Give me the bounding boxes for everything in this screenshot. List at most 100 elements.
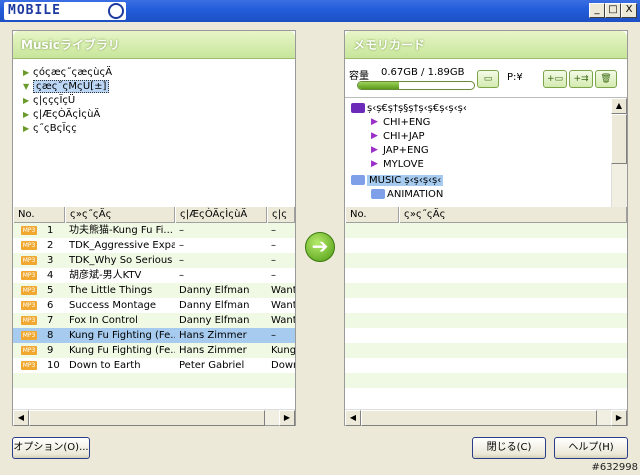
row-artist: – [179,225,184,236]
table-row[interactable] [345,373,627,388]
card-tree-item[interactable]: ▶ JAP+ENG [371,144,429,158]
table-row[interactable] [345,313,627,328]
transfer-arrow-button[interactable]: ➔ [305,232,335,262]
scroll-right-icon[interactable]: ▶ [611,410,627,426]
tree-item[interactable]: ▼ ςæς˝ςMςU[±] [23,80,110,94]
minimize-button[interactable]: _ [589,3,605,18]
tree-expand-icon[interactable]: ▶ [23,66,33,80]
table-row[interactable] [345,283,627,298]
table-row[interactable] [345,328,627,343]
drive-label: P:¥ [507,72,523,83]
tree-item-label: ς˝ςBςÏςç [33,123,77,134]
memory-card-title: メモリカード [353,38,426,52]
add-folder-button[interactable]: +▭ [543,70,567,88]
card-tree-item[interactable]: ▶ CHI+JAP [371,130,424,144]
card-tree-item[interactable]: ▶ MYLOVE [371,158,424,172]
card-tree-item[interactable]: ▶ CHI+ENG [371,116,430,130]
tree-item-label: ς|ςçςÏçÜ [33,95,76,106]
table-row[interactable]: MP3 5 The Little Things Danny Elfman Want [13,283,295,298]
options-button[interactable]: オプション(O)... [12,437,90,459]
close-button[interactable]: 閉じる(C) [472,437,546,459]
column-header-no[interactable]: No. [13,207,65,223]
row-album: Want [271,300,295,311]
row-album: Down [271,360,295,371]
table-row[interactable] [345,238,627,253]
table-row[interactable]: MP3 1 功夫熊猫-Kung Fu Fi... – – [13,223,295,238]
table-row[interactable]: MP3 8 Kung Fu Fighting (Fe... Hans Zimmer – [13,328,295,343]
table-row[interactable]: MP3 3 TDK_Why So Serious – – [13,253,295,268]
capacity-label: 容量 [349,71,369,82]
tree-item[interactable]: ▶ ς|ÆςÒÄςÌςùÄ [23,108,100,122]
tree-expand-icon[interactable]: ▶ [23,94,33,108]
table-row[interactable] [345,343,627,358]
tree-expand-icon[interactable]: ▶ [23,122,33,136]
row-title: Down to Earth [69,360,141,371]
table-row[interactable] [345,223,627,238]
close-window-button[interactable]: X [621,3,637,18]
card-tree-label: JAP+ENG [383,145,429,156]
scroll-left-icon[interactable]: ◀ [13,410,29,426]
tree-item[interactable]: ▶ ς˝ςBςÏςç [23,122,77,136]
table-row[interactable] [345,298,627,313]
playlist-icon: ▶ [371,159,378,169]
scroll-left-icon[interactable]: ◀ [345,410,361,426]
card-tree-item[interactable]: MUSIC ș‹ș‹ș‹ș‹ [351,174,444,188]
scroll-thumb[interactable] [361,410,597,426]
column-header-no[interactable]: No. [345,207,399,223]
card-table-header: No. ς»ς˝ςÄς [345,207,627,223]
scroll-thumb[interactable] [29,410,265,426]
app-logo: MOBILE [4,2,126,20]
device-icon[interactable]: ▭ [477,70,499,88]
card-tree-label: MYLOVE [383,159,424,170]
table-row[interactable]: MP3 2 TDK_Aggressive Expa... – – [13,238,295,253]
table-row[interactable] [345,388,627,403]
tree-item[interactable]: ▶ ς|ςçςÏçÜ [23,94,75,108]
table-row[interactable] [345,358,627,373]
tree-collapse-icon[interactable]: ▼ [23,80,33,94]
table-row[interactable]: MP3 7 Fox In Control Danny Elfman Want [13,313,295,328]
row-album: – [271,330,276,341]
table-row[interactable] [345,253,627,268]
table-row[interactable]: MP3 9 Kung Fu Fighting (Fe... Hans Zimmer Ku… [13,343,295,358]
row-title: 功夫熊猫-Kung Fu Fi... [69,225,173,236]
table-row[interactable]: MP3 4 胡彦斌-男人KTV – – [13,268,295,283]
card-horizontal-scrollbar[interactable]: ◀ ▶ [345,409,627,426]
help-button[interactable]: ヘルプ(H) [554,437,628,459]
row-artist: Danny Elfman [179,315,250,326]
folder-icon [351,103,365,113]
memory-card-header: メモリカード [345,31,627,59]
row-title: TDK_Why So Serious [69,255,173,266]
library-title: Musicライブラリ [21,38,120,52]
table-row[interactable]: MP310Down to EarthPeter GabrielDown [13,358,295,373]
table-row[interactable]: MP3 6 Success Montage Danny Elfman Want [13,298,295,313]
move-button[interactable]: +⇉ [569,70,593,88]
row-number: 7 [47,315,54,326]
row-album: – [271,225,276,236]
library-horizontal-scrollbar[interactable]: ◀ ▶ [13,409,295,426]
maximize-button[interactable]: □ [605,3,621,18]
card-tree-item[interactable]: ș‹ș€ș†ș§ș†ș‹ș€ș‹ș‹ș‹ [351,102,467,116]
tree-item[interactable]: ▶ ςόςæς˝ςæςùςÄ [23,66,112,80]
memory-card-panel: メモリカード 容量 0.67GB / 1.89GB ▭ P:¥ +▭ +⇉ 🗑 … [344,30,628,426]
scroll-right-icon[interactable]: ▶ [279,410,295,426]
row-album: – [271,270,276,281]
row-title: Success Montage [69,300,157,311]
table-row[interactable] [13,373,295,388]
column-header-title[interactable]: ς»ς˝ςÄς [65,207,175,223]
table-row[interactable] [13,388,295,403]
scroll-up-icon[interactable]: ▲ [611,98,627,114]
card-tree-label: ANIMATION [387,189,444,200]
track-table-body: MP3 1 功夫熊猫-Kung Fu Fi... – – MP3 2 TDK_Aggressi… [13,223,295,409]
column-header-artist[interactable]: ς|ÆςÒÄςÌςùÄ [175,207,267,223]
capacity-bar [357,81,475,90]
tree-item-label: ςæς˝ςMςU[±] [33,80,110,93]
card-tree-item[interactable]: ANIMATION [371,188,443,202]
column-header-album[interactable]: ς|ς [267,207,295,223]
tree-expand-icon[interactable]: ▶ [23,108,33,122]
column-header-title[interactable]: ς»ς˝ςÄς [399,207,627,223]
scroll-thumb[interactable] [611,114,627,164]
library-header: Musicライブラリ [13,31,295,59]
row-title: Kung Fu Fighting (Fe... [69,330,175,341]
table-row[interactable] [345,268,627,283]
delete-button[interactable]: 🗑 [595,70,617,88]
